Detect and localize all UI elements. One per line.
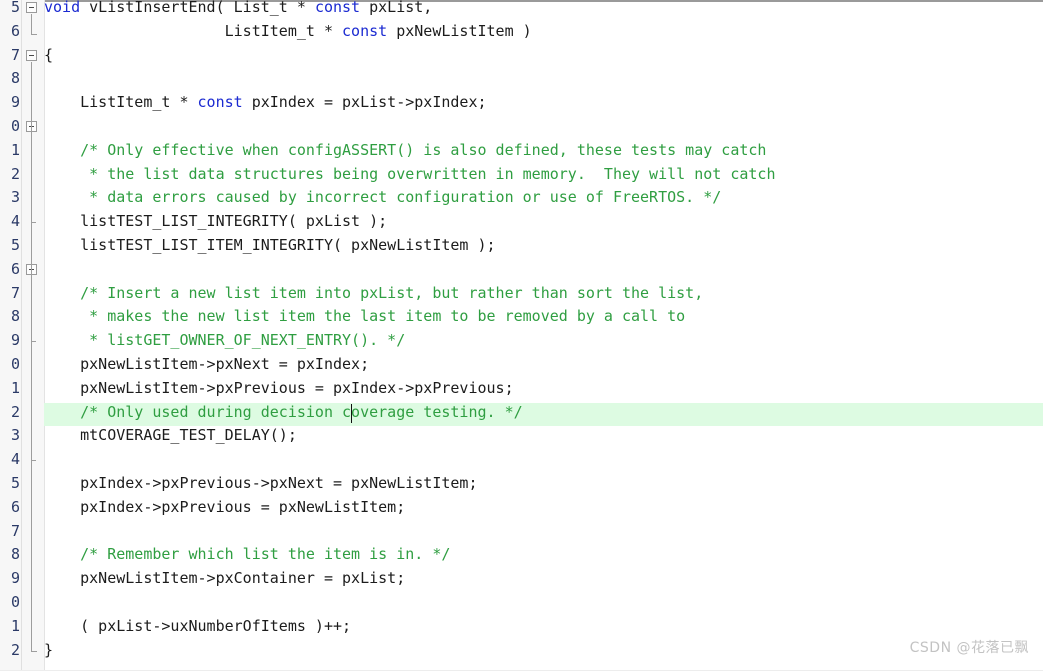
watermark-label: CSDN @花落已飘 xyxy=(909,640,1029,656)
fold-guide-line xyxy=(31,14,32,34)
line-number: 1 xyxy=(10,140,20,159)
code-line[interactable]: pxNewListItem->pxContainer = pxList; xyxy=(44,567,1043,591)
fold-guide-tick xyxy=(31,222,36,224)
code-token-com: * listGET_OWNER_OF_NEXT_ENTRY(). */ xyxy=(44,331,406,350)
code-token-com: /* Only effective when configASSERT() is… xyxy=(44,140,767,159)
code-token-kw: const xyxy=(314,0,361,16)
code-line[interactable] xyxy=(44,115,1043,139)
code-token-pln: ( pxList->uxNumberOfItems )++; xyxy=(44,616,352,635)
code-line[interactable] xyxy=(44,591,1043,615)
code-token-pln: mtCOVERAGE_TEST_DELAY(); xyxy=(44,426,297,445)
line-number: 8 xyxy=(10,307,20,326)
code-line[interactable]: void vListInsertEnd( List_t * const pxLi… xyxy=(44,0,1043,20)
code-token-kw: const xyxy=(197,93,243,112)
code-token-kw: void xyxy=(44,0,81,16)
line-number: 9 xyxy=(10,93,20,112)
line-number: 5 xyxy=(10,236,20,254)
code-token-pln: pxNewListItem->pxContainer = pxList; xyxy=(44,569,406,588)
line-number: 6 xyxy=(10,259,20,278)
code-token-pln: pxIndex = pxList->pxIndex; xyxy=(242,93,487,112)
line-number: 2 xyxy=(10,164,20,183)
line-number: 1 xyxy=(10,378,20,397)
fold-collapse-icon[interactable] xyxy=(26,49,37,61)
code-token-pln: ListItem_t * xyxy=(44,21,343,40)
line-number: 8 xyxy=(10,69,20,88)
code-line[interactable]: pxNewListItem->pxNext = pxIndex; xyxy=(44,353,1043,377)
code-token-pln: pxList, xyxy=(360,0,433,16)
line-number: 2 xyxy=(10,402,20,421)
code-line[interactable]: ListItem_t * const pxNewListItem ) xyxy=(44,20,1043,44)
line-number: 0 xyxy=(10,355,20,373)
code-line[interactable]: } xyxy=(44,639,1043,663)
code-line[interactable]: * makes the new list item the last item … xyxy=(44,305,1043,329)
code-token-com: /* Insert a new list item into pxList, b… xyxy=(44,283,704,302)
line-number: 6 xyxy=(10,21,20,40)
code-line[interactable]: /* Only effective when configASSERT() is… xyxy=(44,139,1043,163)
code-line[interactable]: * listGET_OWNER_OF_NEXT_ENTRY(). */ xyxy=(44,329,1043,353)
code-line[interactable]: * the list data structures being overwri… xyxy=(44,163,1043,187)
code-line[interactable]: /* Only used during decision coverage te… xyxy=(44,401,1043,425)
code-line[interactable]: ( pxList->uxNumberOfItems )++; xyxy=(44,615,1043,639)
line-number: 7 xyxy=(10,521,20,540)
line-number: 9 xyxy=(10,569,20,588)
text-cursor xyxy=(350,403,352,423)
code-token-pln: vListInsertEnd( List_t * xyxy=(80,0,315,16)
line-number: 7 xyxy=(10,45,20,64)
line-number: 0 xyxy=(10,593,20,611)
code-token-com: * the list data structures being overwri… xyxy=(44,164,776,183)
line-number: 5 xyxy=(10,474,20,492)
code-line[interactable]: { xyxy=(44,44,1043,68)
code-line[interactable]: /* Remember which list the item is in. *… xyxy=(44,543,1043,567)
line-number: 2 xyxy=(10,640,20,659)
code-token-com: /* Only used during decision coverage te… xyxy=(44,402,523,421)
code-token-pln: pxIndex->pxPrevious->pxNext = pxNewListI… xyxy=(44,474,478,492)
line-number: 4 xyxy=(10,212,20,231)
line-number: 6 xyxy=(10,497,20,516)
code-token-pln: pxNewListItem ) xyxy=(387,21,532,40)
code-token-pln: listTEST_LIST_ITEM_INTEGRITY( pxNewListI… xyxy=(44,236,496,254)
fold-guide-tick xyxy=(31,460,36,462)
code-line[interactable]: pxIndex->pxPrevious = pxNewListItem; xyxy=(44,496,1043,520)
line-number: 3 xyxy=(10,426,20,445)
fold-guide-line xyxy=(31,61,32,651)
line-number: 7 xyxy=(10,283,20,302)
fold-collapse-icon[interactable] xyxy=(26,2,37,13)
fold-guide-end xyxy=(31,650,37,652)
line-number: 1 xyxy=(10,616,20,635)
gutter-separator xyxy=(21,0,22,671)
code-line[interactable]: /* Insert a new list item into pxList, b… xyxy=(44,282,1043,306)
line-number: 5 xyxy=(10,0,20,16)
code-token-com: * data errors caused by incorrect config… xyxy=(44,188,722,207)
code-token-com: /* Remember which list the item is in. *… xyxy=(44,545,451,564)
line-number: 4 xyxy=(10,450,20,469)
code-token-pln: pxNewListItem->pxNext = pxIndex; xyxy=(44,355,370,373)
line-number: 3 xyxy=(10,188,20,207)
code-line[interactable]: pxNewListItem->pxPrevious = pxIndex->pxP… xyxy=(44,377,1043,401)
code-token-kw: const xyxy=(342,21,388,40)
line-number: 8 xyxy=(10,545,20,564)
code-line[interactable]: mtCOVERAGE_TEST_DELAY(); xyxy=(44,424,1043,448)
code-token-pln: listTEST_LIST_INTEGRITY( pxList ); xyxy=(44,212,388,231)
code-token-com: * makes the new list item the last item … xyxy=(44,307,686,326)
code-line[interactable] xyxy=(44,448,1043,472)
code-line[interactable]: * data errors caused by incorrect config… xyxy=(44,186,1043,210)
code-line[interactable]: listTEST_LIST_INTEGRITY( pxList ); xyxy=(44,210,1043,234)
code-token-pln: pxIndex->pxPrevious = pxNewListItem; xyxy=(44,497,406,516)
code-line[interactable]: listTEST_LIST_ITEM_INTEGRITY( pxNewListI… xyxy=(44,234,1043,258)
code-line[interactable]: pxIndex->pxPrevious->pxNext = pxNewListI… xyxy=(44,472,1043,496)
fold-guide-end xyxy=(31,33,37,35)
code-token-br: } xyxy=(44,640,54,659)
code-line[interactable]: ListItem_t * const pxIndex = pxList->pxI… xyxy=(44,91,1043,115)
line-number: 0 xyxy=(10,117,20,135)
code-token-pln: ListItem_t * xyxy=(44,93,198,112)
code-editor: 5 6 7 8 9 0 1 2 3 4 5 6 7 8 9 0 1 2 3 4 5 6 7 8 9 0 1 2 void vListI… xyxy=(0,0,1043,671)
code-token-pln: pxNewListItem->pxPrevious = pxIndex->pxP… xyxy=(44,378,514,397)
code-line[interactable] xyxy=(44,258,1043,282)
code-content[interactable]: void vListInsertEnd( List_t * const pxLi… xyxy=(44,0,1043,671)
code-line[interactable] xyxy=(44,520,1043,544)
code-line[interactable] xyxy=(44,67,1043,91)
line-number: 9 xyxy=(10,331,20,350)
fold-guide-tick xyxy=(31,341,36,343)
code-token-br: { xyxy=(44,45,54,64)
